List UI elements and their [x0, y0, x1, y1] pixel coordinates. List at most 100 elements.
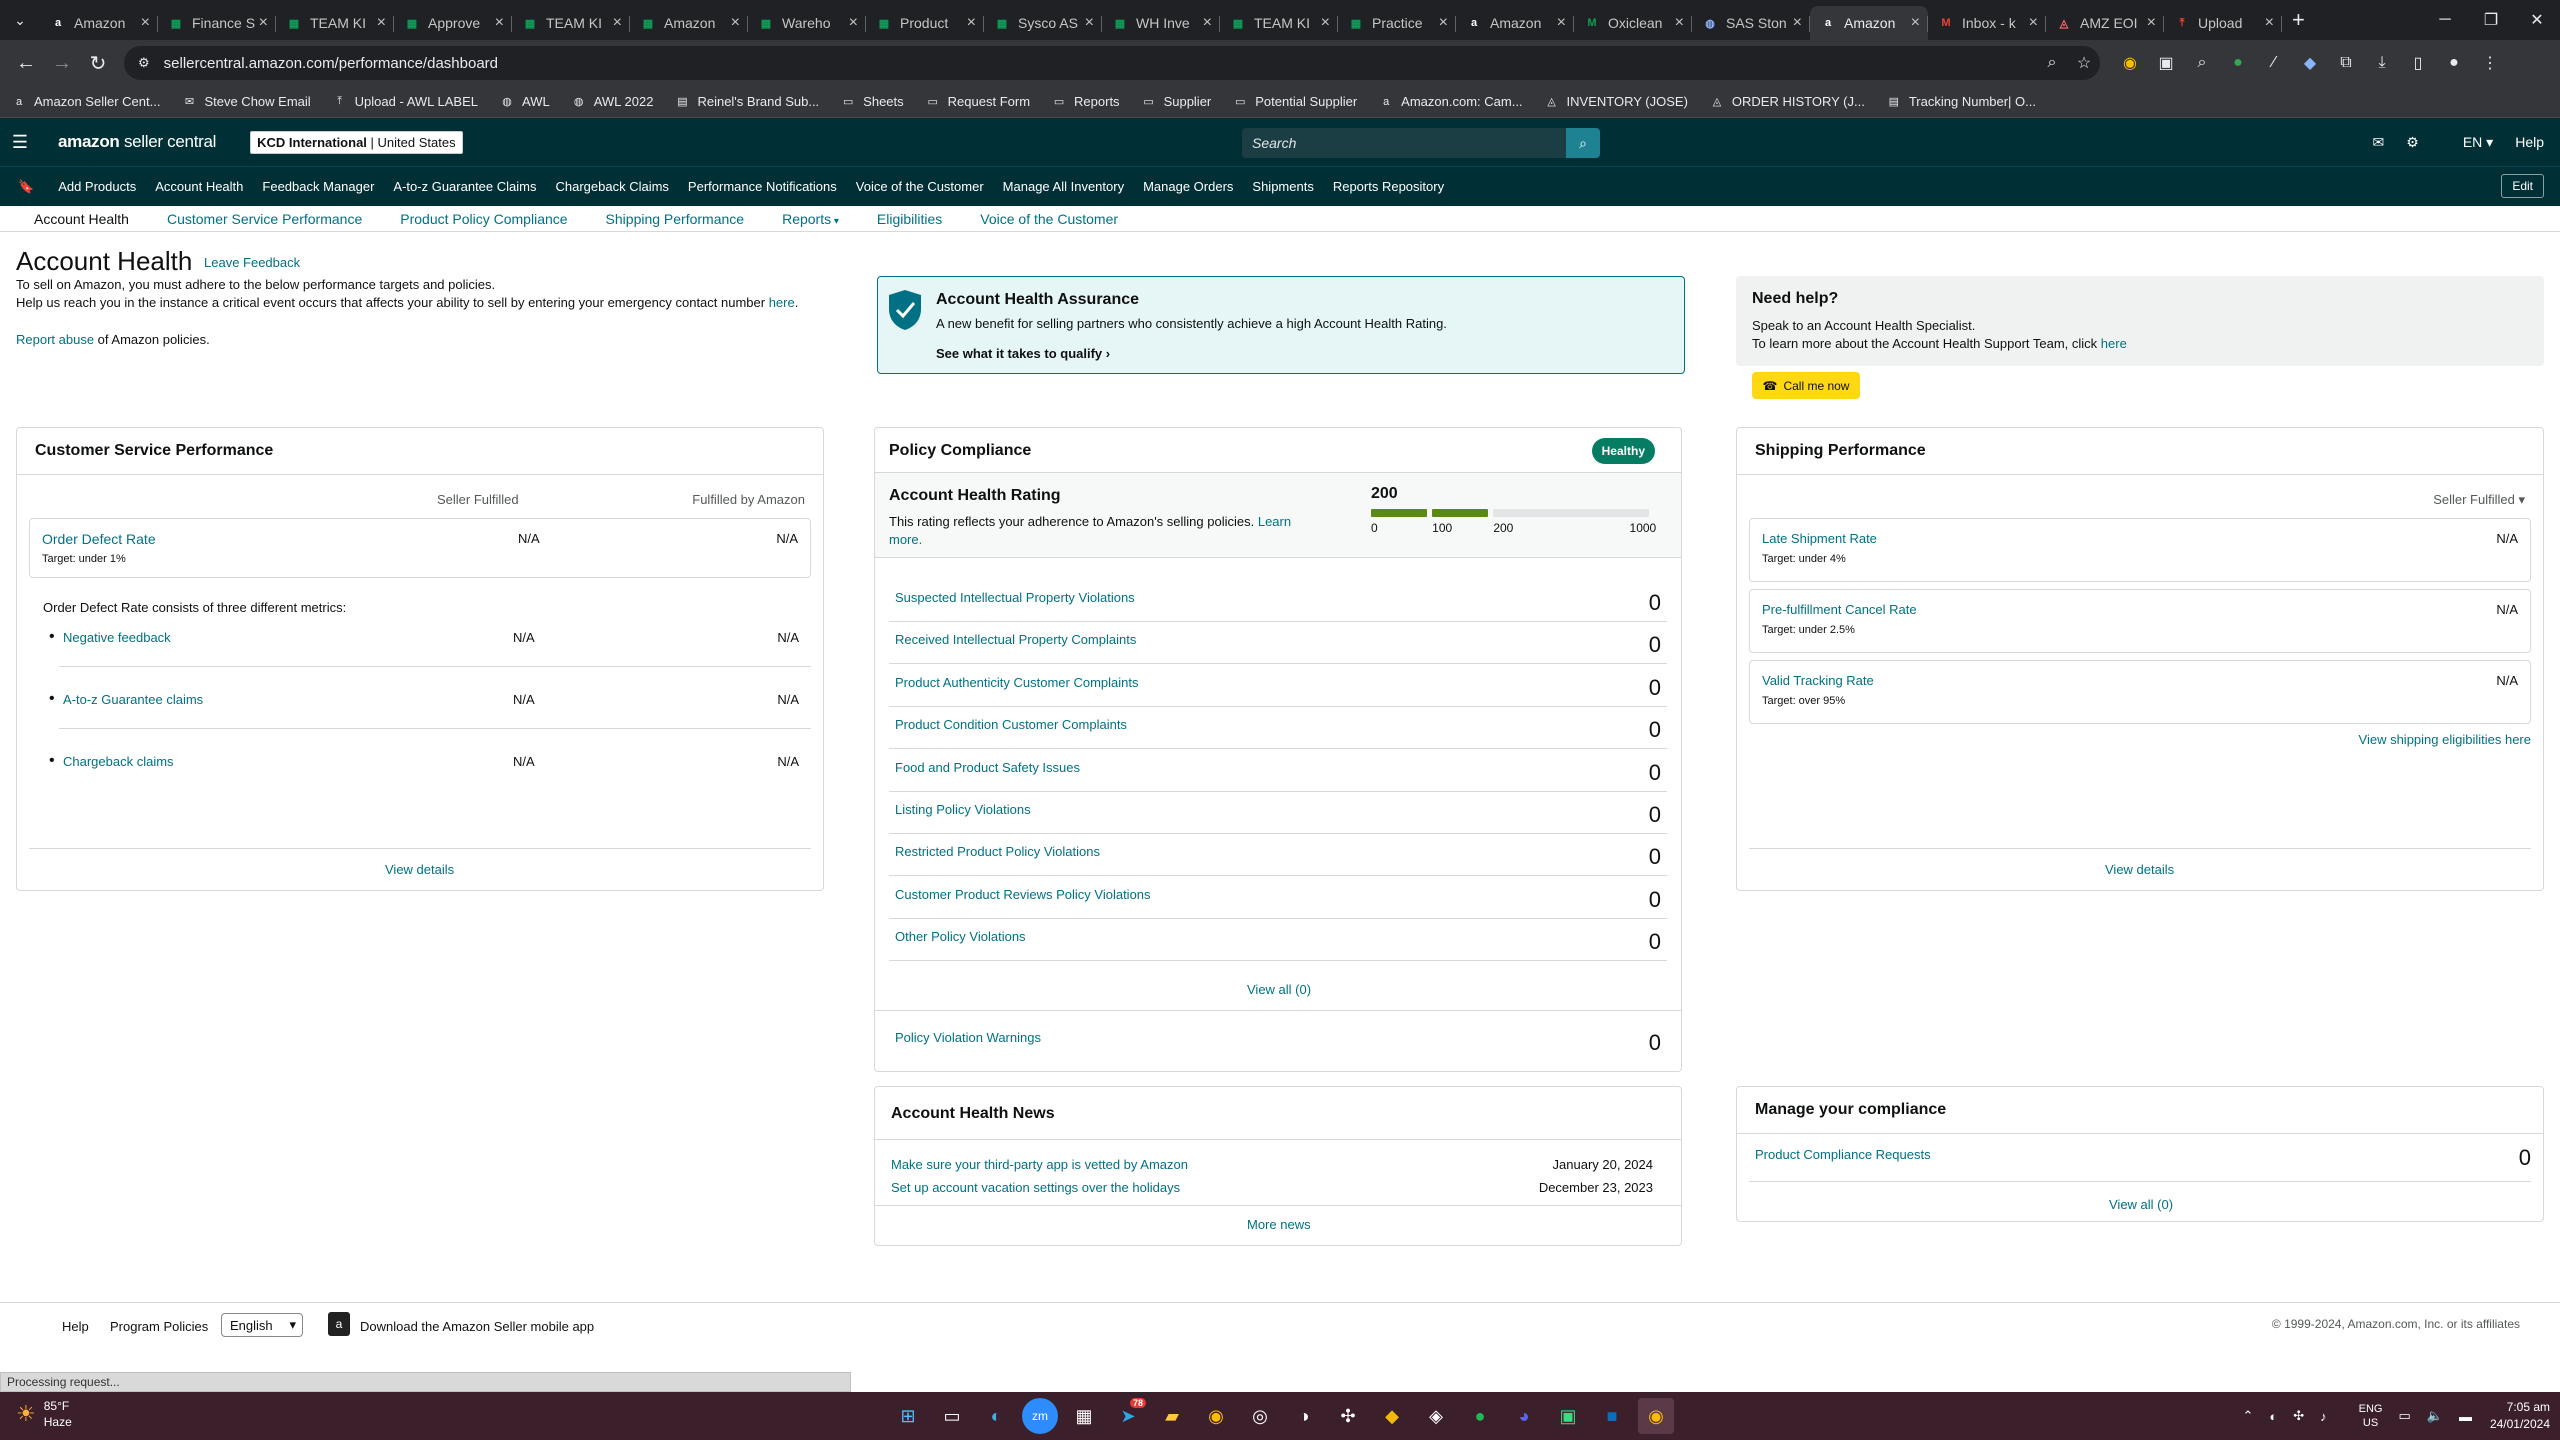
browser-tab[interactable]: ▦ WH Inve ×	[1102, 6, 1220, 40]
tray-overflow-icon[interactable]: ⌃	[2242, 1408, 2253, 1424]
nav-item[interactable]: Shipments	[1252, 179, 1313, 194]
browser-tab[interactable]: ▦ Amazon ×	[630, 6, 748, 40]
shipping-metric-link[interactable]: Valid Tracking Rate	[1762, 673, 1874, 688]
language-indicator[interactable]: ENG US	[2343, 1402, 2383, 1430]
policy-view-all-link[interactable]: View all (0)	[1247, 982, 1311, 997]
browser-tab[interactable]: M Oxiclean ×	[1574, 6, 1692, 40]
extension-icon[interactable]: ●	[2220, 45, 2256, 81]
calculator-icon[interactable]: ▦	[1066, 1398, 1102, 1434]
browser-tab[interactable]: a Amazon ×	[1456, 6, 1574, 40]
close-tab-icon[interactable]: ×	[141, 14, 150, 32]
policy-row-link[interactable]: Listing Policy Violations	[895, 802, 1031, 817]
subnav-tab[interactable]: Customer Service Performance	[167, 211, 362, 227]
shipping-metric-link[interactable]: Pre-fulfillment Cancel Rate	[1762, 602, 1917, 617]
binance-icon[interactable]: ◆	[1374, 1398, 1410, 1434]
bookmark-item[interactable]: ▭ Request Form	[926, 94, 1030, 109]
odr-metric-link[interactable]: Chargeback claims	[63, 754, 174, 769]
close-tab-icon[interactable]: ×	[1439, 14, 1448, 32]
nav-item[interactable]: A-to-z Guarantee Claims	[393, 179, 536, 194]
nav-item[interactable]: Manage All Inventory	[1003, 179, 1124, 194]
subnav-tab[interactable]: Reports ▾	[782, 211, 839, 227]
discord-icon[interactable]: ◕	[1506, 1398, 1542, 1434]
extension-icon[interactable]: ⁄	[2256, 45, 2292, 81]
order-defect-rate-link[interactable]: Order Defect Rate	[42, 531, 156, 547]
close-tab-icon[interactable]: ×	[1675, 14, 1684, 32]
subnav-tab[interactable]: Account Health	[34, 211, 129, 227]
chrome-icon[interactable]: ◉	[1198, 1398, 1234, 1434]
close-tab-icon[interactable]: ×	[731, 14, 740, 32]
close-tab-icon[interactable]: ×	[259, 14, 268, 32]
chrome-active-icon[interactable]: ◉	[1638, 1398, 1674, 1434]
help-link[interactable]: Help	[2515, 134, 2544, 150]
bookmark-star-icon[interactable]: ☆	[2068, 53, 2100, 73]
csp-view-details-link[interactable]: View details	[385, 862, 454, 877]
bookmark-item[interactable]: ◬ INVENTORY (JOSE)	[1545, 94, 1688, 109]
app-icon[interactable]: ▣	[1550, 1398, 1586, 1434]
footer-program-policies-link[interactable]: Program Policies	[110, 1319, 208, 1334]
close-tab-icon[interactable]: ×	[1557, 14, 1566, 32]
extensions-puzzle-icon[interactable]: ⧉	[2328, 45, 2364, 81]
emergency-contact-link[interactable]: here	[769, 295, 795, 310]
menu-kebab-icon[interactable]: ⋮	[2472, 45, 2508, 81]
nav-item[interactable]: Manage Orders	[1143, 179, 1233, 194]
policy-row-link[interactable]: Product Authenticity Customer Complaints	[895, 675, 1139, 690]
browser-tab[interactable]: ◍ SAS Ston ×	[1692, 6, 1810, 40]
bookmark-item[interactable]: ▤ Reinel's Brand Sub...	[675, 94, 819, 109]
volume-icon[interactable]: 🔈	[2427, 1408, 2443, 1424]
restore-icon[interactable]: ❐	[2468, 0, 2514, 40]
hamburger-menu-icon[interactable]: ☰	[0, 132, 40, 153]
tray-app-icon[interactable]: ◐	[2269, 1409, 2277, 1424]
footer-language-select[interactable]: English ▾	[221, 1313, 303, 1337]
address-bar[interactable]: ⚙ sellercentral.amazon.com/performance/d…	[124, 46, 2100, 80]
nav-item[interactable]: Reports Repository	[1333, 179, 1444, 194]
bookmark-item[interactable]: ▭ Reports	[1052, 94, 1120, 109]
site-info-icon[interactable]: ⚙	[138, 55, 150, 71]
support-team-link[interactable]: here	[2101, 336, 2127, 351]
news-item-link[interactable]: Make sure your third-party app is vetted…	[891, 1157, 1188, 1172]
close-tab-icon[interactable]: ×	[377, 14, 386, 32]
nav-item[interactable]: Feedback Manager	[262, 179, 374, 194]
close-tab-icon[interactable]: ×	[1203, 14, 1212, 32]
browser-tab[interactable]: ▦ Wareho ×	[748, 6, 866, 40]
policy-warnings-link[interactable]: Policy Violation Warnings	[895, 1030, 1041, 1045]
close-tab-icon[interactable]: ×	[613, 14, 622, 32]
search-input[interactable]: Search	[1242, 128, 1580, 158]
extension-icon[interactable]: ◉	[2112, 45, 2148, 81]
close-tab-icon[interactable]: ×	[495, 14, 504, 32]
bookmark-item[interactable]: ◍ AWL 2022	[572, 94, 654, 109]
shipping-view-details-link[interactable]: View details	[2105, 862, 2174, 877]
app-icon[interactable]: ■	[1594, 1398, 1630, 1434]
shipping-metric-link[interactable]: Late Shipment Rate	[1762, 531, 1877, 546]
app-icon[interactable]: ◑	[1286, 1398, 1322, 1434]
news-item-link[interactable]: Set up account vacation settings over th…	[891, 1180, 1180, 1195]
side-panel-icon[interactable]: ▯	[2400, 45, 2436, 81]
policy-row-link[interactable]: Restricted Product Policy Violations	[895, 844, 1100, 859]
close-tab-icon[interactable]: ×	[1085, 14, 1094, 32]
compliance-requests-link[interactable]: Product Compliance Requests	[1755, 1147, 1931, 1162]
policy-row-link[interactable]: Product Condition Customer Complaints	[895, 717, 1127, 732]
browser-tab[interactable]: ▦ TEAM KI ×	[512, 6, 630, 40]
subnav-tab[interactable]: Product Policy Compliance	[400, 211, 567, 227]
spotify-icon[interactable]: ●	[1462, 1398, 1498, 1434]
odr-metric-link[interactable]: Negative feedback	[63, 630, 171, 645]
bookmark-item[interactable]: ▭ Supplier	[1142, 94, 1211, 109]
minimize-icon[interactable]: ─	[2422, 0, 2468, 40]
bookmark-item[interactable]: a Amazon.com: Cam...	[1379, 94, 1522, 109]
settings-gear-icon[interactable]: ⚙	[2406, 134, 2419, 151]
report-abuse-link[interactable]: Report abuse	[16, 332, 94, 347]
close-window-icon[interactable]: ✕	[2514, 0, 2560, 40]
close-tab-icon[interactable]: ×	[2029, 14, 2038, 32]
edge-icon[interactable]: ◐	[978, 1398, 1014, 1434]
bookmark-item[interactable]: ▭ Potential Supplier	[1233, 94, 1357, 109]
subnav-tab[interactable]: Shipping Performance	[606, 211, 745, 227]
windows-start-icon[interactable]: ⊞	[890, 1398, 926, 1434]
subnav-tab[interactable]: Voice of the Customer	[980, 211, 1118, 227]
shipping-eligibilities-link[interactable]: View shipping eligibilities here	[2359, 732, 2531, 747]
extension-icon[interactable]: ⌕	[2184, 45, 2220, 81]
forward-icon[interactable]: →	[44, 45, 80, 81]
network-icon[interactable]: ▭	[2398, 1408, 2410, 1424]
leave-feedback-link[interactable]: Leave Feedback	[204, 255, 300, 270]
extension-icon[interactable]: ◆	[2292, 45, 2328, 81]
bookmark-item[interactable]: ▭ Sheets	[841, 94, 904, 109]
app-icon[interactable]: ✣	[1330, 1398, 1366, 1434]
